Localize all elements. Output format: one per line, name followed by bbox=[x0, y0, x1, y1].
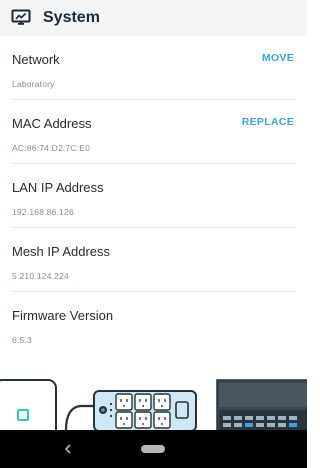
server-rack-icon bbox=[216, 379, 307, 430]
router-device-icon bbox=[0, 379, 57, 430]
app-header: System bbox=[0, 0, 307, 36]
back-triangle-icon[interactable] bbox=[61, 442, 75, 456]
mesh-ip-value: 5.210.124.224 bbox=[12, 271, 69, 281]
mac-address-value: AC:86:74:D2:7C:E0 bbox=[12, 143, 91, 153]
system-info-list: Network Laboratory MOVE MAC Address AC:8… bbox=[0, 36, 307, 356]
mesh-ip-label: Mesh IP Address bbox=[12, 244, 111, 259]
mac-address-label: MAC Address bbox=[12, 116, 92, 131]
page-title: System bbox=[43, 9, 100, 26]
replace-button[interactable]: REPLACE bbox=[242, 116, 294, 128]
monitor-icon bbox=[11, 9, 31, 27]
home-pill-icon[interactable] bbox=[141, 445, 165, 453]
network-row: Network Laboratory MOVE bbox=[0, 36, 307, 100]
devices-illustration bbox=[0, 372, 307, 430]
power-strip-icon bbox=[93, 390, 197, 430]
mac-address-row: MAC Address AC:86:74:D2:7C:E0 REPLACE bbox=[0, 100, 307, 164]
lan-ip-label: LAN IP Address bbox=[12, 180, 104, 195]
android-navigation-bar bbox=[0, 430, 307, 468]
mesh-ip-row: Mesh IP Address 5.210.124.224 bbox=[0, 228, 307, 292]
lan-ip-value: 192.168.86.126 bbox=[12, 207, 74, 217]
firmware-label: Firmware Version bbox=[12, 308, 114, 323]
network-label: Network bbox=[12, 52, 60, 67]
firmware-value: 6.5.3 bbox=[12, 335, 32, 345]
move-button[interactable]: MOVE bbox=[262, 52, 294, 64]
lan-ip-row: LAN IP Address 192.168.86.126 bbox=[0, 164, 307, 228]
firmware-row: Firmware Version 6.5.3 bbox=[0, 292, 307, 356]
network-value: Laboratory bbox=[12, 79, 55, 89]
